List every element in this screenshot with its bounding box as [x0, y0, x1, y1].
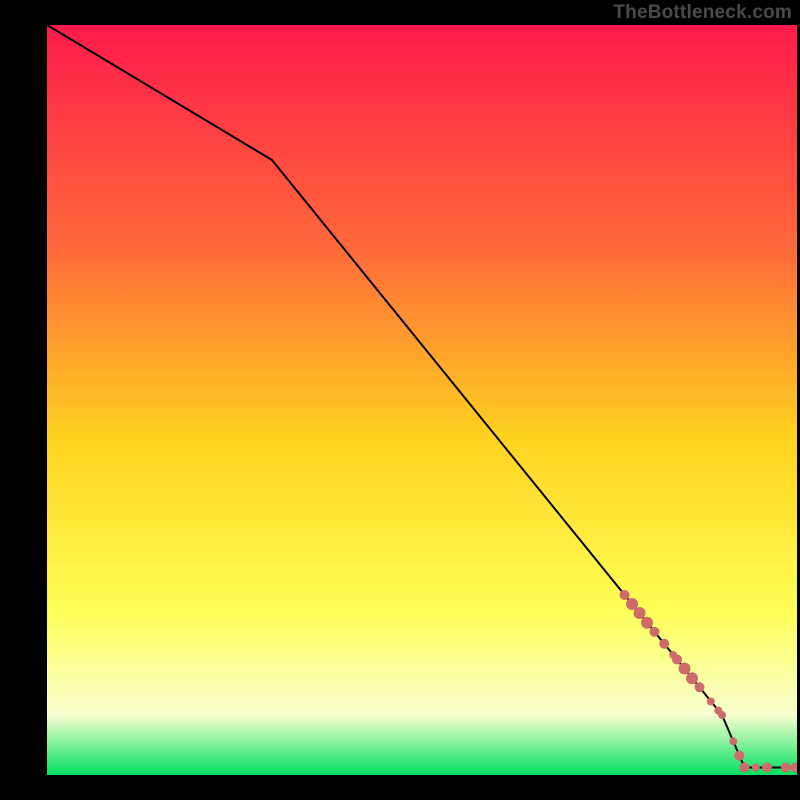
chart-frame: TheBottleneck.com: [0, 0, 800, 800]
data-point: [707, 698, 715, 706]
data-point: [729, 737, 737, 745]
data-point: [695, 682, 705, 692]
data-point: [752, 764, 760, 772]
data-point: [659, 639, 669, 649]
data-point: [740, 763, 750, 773]
data-point: [762, 763, 772, 773]
plot-area: [47, 25, 797, 775]
data-point: [781, 763, 791, 773]
data-point: [686, 672, 698, 684]
attribution-label: TheBottleneck.com: [613, 2, 792, 24]
data-point: [718, 711, 726, 719]
data-point: [650, 627, 660, 637]
data-point: [620, 590, 630, 600]
chart-svg: [47, 25, 797, 775]
data-point: [672, 655, 682, 665]
data-point: [634, 607, 646, 619]
data-point: [641, 617, 653, 629]
data-point: [679, 663, 691, 675]
data-point: [734, 751, 744, 761]
